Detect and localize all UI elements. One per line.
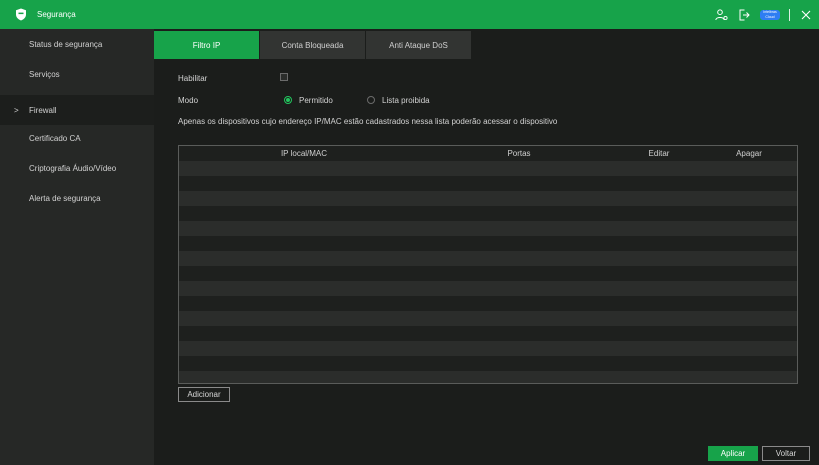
tab-ip-filter[interactable]: Filtro IP <box>154 31 260 59</box>
table-row <box>179 371 797 383</box>
tab-blocked-account[interactable]: Conta Bloqueada <box>260 31 366 59</box>
enable-label: Habilitar <box>178 73 208 83</box>
mode-option-allowed[interactable]: Permitido <box>284 95 333 105</box>
table-header: IP local/MAC Portas Editar Apagar <box>179 146 797 161</box>
sidebar-item-encryption[interactable]: Criptografia Áudio/Vídeo <box>0 153 154 183</box>
user-settings-icon[interactable] <box>714 8 728 22</box>
table-row <box>179 266 797 281</box>
sidebar-item-label: Alerta de segurança <box>29 193 101 203</box>
ip-filter-table: IP local/MAC Portas Editar Apagar <box>178 145 798 384</box>
shield-icon <box>14 8 28 22</box>
table-row <box>179 191 797 206</box>
table-row <box>179 311 797 326</box>
filter-description: Apenas os dispositivos cujo endereço IP/… <box>178 116 558 126</box>
add-button[interactable]: Adicionar <box>178 387 230 402</box>
enable-checkbox[interactable] <box>280 73 288 81</box>
table-row <box>179 176 797 191</box>
sidebar-item-label: Firewall <box>29 105 57 115</box>
table-body <box>179 161 797 383</box>
column-header-delete: Apagar <box>736 149 762 158</box>
app-brand: Segurança <box>14 0 76 29</box>
close-icon[interactable] <box>799 8 813 22</box>
mode-option-label: Permitido <box>299 95 333 105</box>
table-row <box>179 341 797 356</box>
cloud-icon[interactable]: Intelbras Cloud <box>760 9 780 20</box>
table-row <box>179 296 797 311</box>
top-actions: Intelbras Cloud <box>714 0 813 29</box>
chevron-right-icon: > <box>14 105 19 115</box>
column-header-edit: Editar <box>648 149 670 158</box>
table-row <box>179 251 797 266</box>
sidebar-item-label: Status de segurança <box>29 39 103 49</box>
sidebar-item-label: Certificado CA <box>29 133 81 143</box>
sidebar-item-certificate[interactable]: Certificado CA <box>0 123 154 153</box>
radio-selected-icon[interactable] <box>284 96 292 104</box>
table-row <box>179 206 797 221</box>
apply-button[interactable]: Aplicar <box>708 446 758 461</box>
top-bar: Segurança Intelbras Cloud <box>0 0 819 29</box>
mode-option-blocklist[interactable]: Lista proibida <box>367 95 430 105</box>
table-row <box>179 356 797 371</box>
tab-bar: Filtro IP Conta Bloqueada Anti Ataque Do… <box>154 31 472 59</box>
mode-label: Modo <box>178 95 199 105</box>
sidebar-item-label: Criptografia Áudio/Vídeo <box>29 163 117 173</box>
table-row <box>179 161 797 176</box>
sidebar: Status de segurança Serviços > Firewall … <box>0 29 154 465</box>
column-header-ports: Portas <box>507 149 531 158</box>
sidebar-item-alert[interactable]: Alerta de segurança <box>0 183 154 213</box>
back-button[interactable]: Voltar <box>762 446 810 461</box>
sidebar-item-services[interactable]: Serviços <box>0 59 154 89</box>
main-panel: Filtro IP Conta Bloqueada Anti Ataque Do… <box>154 29 819 465</box>
table-row <box>179 326 797 341</box>
mode-option-label: Lista proibida <box>382 95 430 105</box>
column-header-ip-mac: IP local/MAC <box>280 149 328 158</box>
sidebar-item-firewall[interactable]: > Firewall <box>0 95 154 125</box>
toolbar-divider <box>789 8 790 21</box>
logout-icon[interactable] <box>737 8 751 22</box>
table-row <box>179 221 797 236</box>
tab-anti-dos[interactable]: Anti Ataque DoS <box>366 31 472 59</box>
sidebar-item-status[interactable]: Status de segurança <box>0 29 154 59</box>
radio-unselected-icon[interactable] <box>367 96 375 104</box>
page-title: Segurança <box>37 10 76 19</box>
table-row <box>179 236 797 251</box>
sidebar-item-label: Serviços <box>29 69 60 79</box>
table-row <box>179 281 797 296</box>
